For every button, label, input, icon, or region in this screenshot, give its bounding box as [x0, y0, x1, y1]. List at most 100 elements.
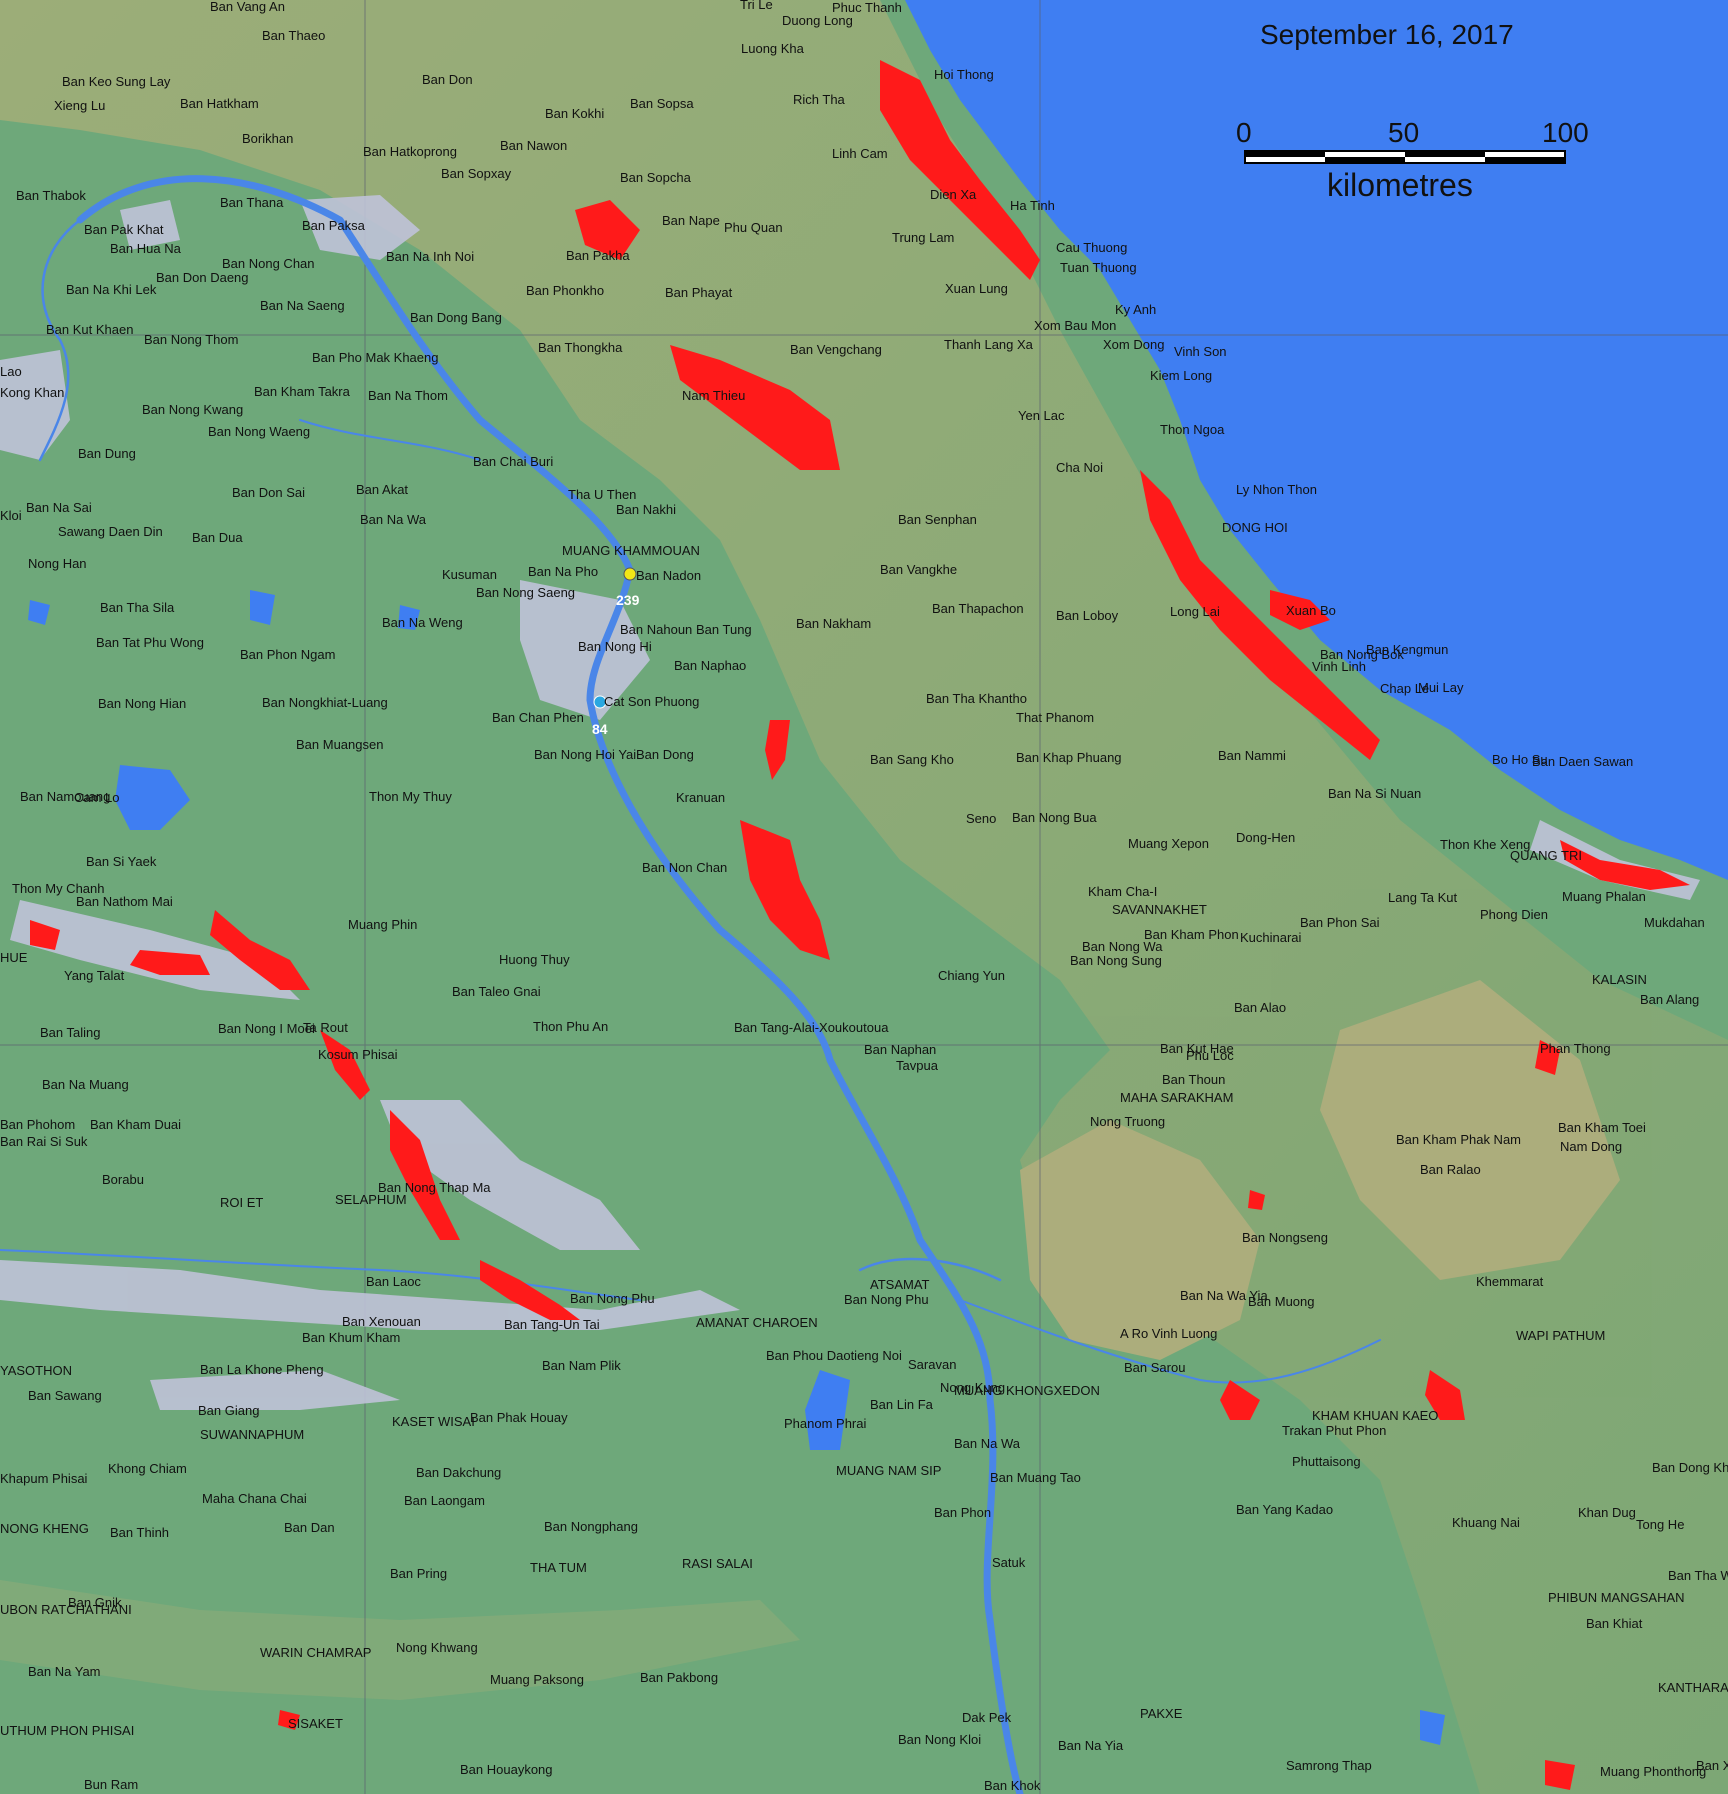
gauge-label: 239	[616, 592, 640, 608]
place-label: Kloi	[0, 508, 22, 523]
place-label: Ban Nongseng	[1242, 1230, 1328, 1245]
place-label: Ban Phon Ngam	[240, 647, 335, 662]
place-label: Tri Le	[740, 0, 773, 12]
place-label: Muang Phin	[348, 917, 417, 932]
place-label: Ban Khap Phuang	[1016, 750, 1122, 765]
place-label: Ban Taleo Gnai	[452, 984, 541, 999]
place-label: Phong Dien	[1480, 907, 1548, 922]
place-label: Ban Phak Houay	[470, 1410, 568, 1425]
place-label: Ban Na Saeng	[260, 298, 345, 313]
place-label: Ban Nong Sung	[1070, 953, 1162, 968]
place-label: MAHA SARAKHAM	[1120, 1090, 1233, 1105]
place-label: Cau Thuong	[1056, 240, 1127, 255]
place-label: Ban Dan	[284, 1520, 335, 1535]
place-label: Ban Sang Kho	[870, 752, 954, 767]
place-label: Phu Quan	[724, 220, 783, 235]
place-label: RASI SALAI	[682, 1556, 753, 1571]
place-label: AMANAT CHAROEN	[696, 1315, 818, 1330]
place-label: Ban Kokhi	[545, 106, 604, 121]
scale-label: 0	[1236, 117, 1252, 148]
place-label: Saravan	[908, 1357, 956, 1372]
place-label: Ban Kut Khaen	[46, 322, 133, 337]
place-label: Khapum Phisai	[0, 1471, 88, 1486]
place-label: Khong Chiam	[108, 1461, 187, 1476]
place-label: Chiang Yun	[938, 968, 1005, 983]
place-label: Ban Non Chan	[642, 860, 727, 875]
place-label: Ban Senphan	[898, 512, 977, 527]
place-label: Cha Noi	[1056, 460, 1103, 475]
place-label: Kong Khan	[0, 385, 64, 400]
place-label: Ban Vangkhe	[880, 562, 957, 577]
place-label: Ban Nawon	[500, 138, 567, 153]
place-label: Ban Nahoun	[620, 622, 692, 637]
place-label: Cat Son Phuong	[604, 694, 699, 709]
place-label: Dak Pek	[962, 1710, 1012, 1725]
place-label: Maha Chana Chai	[202, 1491, 307, 1506]
place-label: Ban Nongphang	[544, 1519, 638, 1534]
place-label: Ban Laongam	[404, 1493, 485, 1508]
place-label: Ban Hatkham	[180, 96, 259, 111]
flood-map: 239 84 Ban Vang An Tri Le Phuc Thanh Duo…	[0, 0, 1728, 1794]
place-label: Kusuman	[442, 567, 497, 582]
place-label: THA TUM	[530, 1560, 587, 1575]
place-label: Ban Nong Saeng	[476, 585, 575, 600]
place-label: Ban La Khone Pheng	[200, 1362, 324, 1377]
place-label: Ban Khum Kham	[302, 1330, 400, 1345]
place-label: Ban Nong Wa	[1082, 939, 1163, 954]
place-label: Nong Han	[28, 556, 87, 571]
place-label: Ban Na Yia	[1058, 1738, 1124, 1753]
place-label: Ban Nammi	[1218, 748, 1286, 763]
place-label: Ban Na Thom	[368, 388, 448, 403]
place-label: ROI ET	[220, 1195, 263, 1210]
place-label: Ban Thongkha	[538, 340, 623, 355]
place-label: SUWANNAPHUM	[200, 1427, 304, 1442]
place-label: Ban Na Wa Yia	[1180, 1288, 1268, 1303]
place-label: Ban Nong Bua	[1012, 810, 1097, 825]
place-label: Ban Nakhi	[616, 502, 676, 517]
place-label: Ban Nakham	[796, 616, 871, 631]
place-label: Yen Lac	[1018, 408, 1065, 423]
place-label: Tavpua	[896, 1058, 939, 1073]
place-label: Ban Sopcha	[620, 170, 692, 185]
place-label: Ban Pring	[390, 1566, 447, 1581]
place-label: Ban Phon Sai	[1300, 915, 1380, 930]
place-label: SISAKET	[288, 1716, 343, 1731]
place-label: Nam Thieu	[682, 388, 745, 403]
place-label: Ky Anh	[1115, 302, 1156, 317]
place-label: Ban Gnik	[68, 1595, 122, 1610]
place-label: Samrong Thap	[1286, 1758, 1372, 1773]
place-label: Ban Thabok	[16, 188, 86, 203]
place-label: Ban Xakhe	[1696, 1758, 1728, 1773]
place-label: Borabu	[102, 1172, 144, 1187]
place-label: DONG HOI	[1222, 520, 1288, 535]
place-label: MUANG NAM SIP	[836, 1463, 941, 1478]
gauge-marker	[623, 567, 637, 581]
place-label: Ban Si Yaek	[86, 854, 157, 869]
place-label: Ban Naphao	[674, 658, 746, 673]
place-label: Ban Dakchung	[416, 1465, 501, 1480]
place-label: Dien Xa	[930, 187, 977, 202]
place-label: SAVANNAKHET	[1112, 902, 1207, 917]
place-label: Khan Dug	[1578, 1505, 1636, 1520]
place-label: Ban Na Wa	[360, 512, 427, 527]
place-label: Ban Keo Sung Lay	[62, 74, 171, 89]
place-label: Ban Nathom Mai	[76, 894, 173, 909]
place-label: KALASIN	[1592, 972, 1647, 987]
place-label: Ban Lin Fa	[870, 1397, 934, 1412]
place-label: Yang Talat	[64, 968, 125, 983]
place-label: Ban Tung	[696, 622, 752, 637]
place-label: QUANG TRI	[1510, 848, 1582, 863]
place-label: Ban Sawang	[28, 1388, 102, 1403]
place-label: Mui Lay	[1418, 680, 1464, 695]
place-label: HUE	[0, 950, 28, 965]
place-label: UTHUM PHON PHISAI	[0, 1723, 134, 1738]
place-label: Ban Phon	[934, 1505, 991, 1520]
scale-label: 100	[1542, 117, 1589, 148]
place-label: Xieng Lu	[54, 98, 105, 113]
place-label: Xom Dong	[1103, 337, 1164, 352]
place-label: Khuang Nai	[1452, 1515, 1520, 1530]
place-label: Tong He	[1636, 1517, 1684, 1532]
place-label: Ban Na Wa	[954, 1436, 1021, 1451]
place-label: Ban Kut Hae	[1160, 1041, 1234, 1056]
place-label: Ban Alao	[1234, 1000, 1286, 1015]
